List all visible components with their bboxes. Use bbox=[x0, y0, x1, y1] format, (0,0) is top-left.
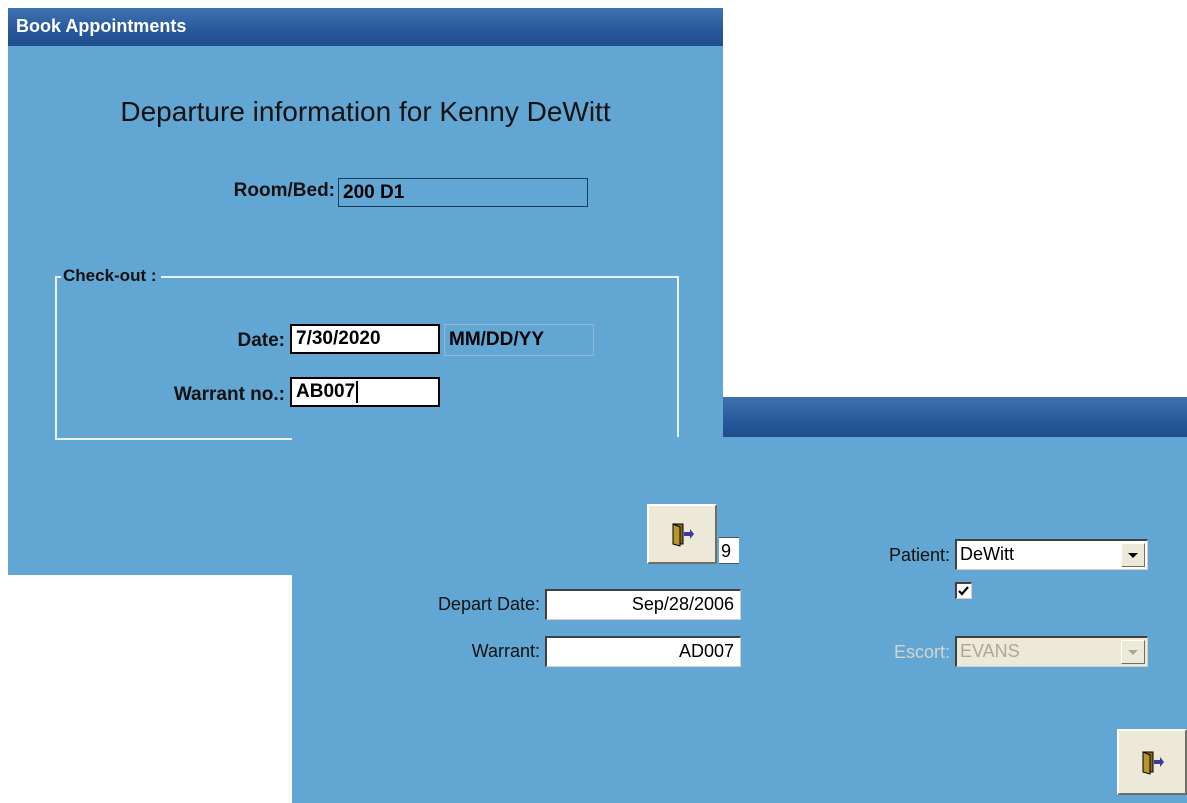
warrant-no-input[interactable]: AB007 bbox=[290, 377, 440, 407]
exit-door-icon bbox=[672, 523, 694, 547]
warrant-no-label: Warrant no.: bbox=[173, 384, 285, 405]
front-window-titlebar[interactable] bbox=[723, 397, 1187, 437]
exit-button-2[interactable] bbox=[1117, 729, 1187, 795]
depart-window bbox=[292, 437, 1187, 803]
escort-select[interactable]: EVANS bbox=[955, 636, 1148, 667]
checkout-group: Check-out : bbox=[55, 266, 679, 440]
patient-select[interactable]: DeWitt bbox=[955, 539, 1148, 570]
exit-door-icon bbox=[1142, 751, 1164, 775]
escort-selected-value: EVANS bbox=[960, 641, 1020, 661]
text-caret bbox=[356, 380, 359, 403]
window-title: Book Appointments bbox=[16, 16, 187, 36]
checkout-date-label: Date: bbox=[237, 330, 285, 351]
depart-date-label: Depart Date: bbox=[437, 594, 540, 614]
escort-dropdown-button[interactable] bbox=[1121, 640, 1145, 664]
depart-date-input[interactable]: Sep/28/2006 bbox=[545, 589, 741, 620]
patient-dropdown-button[interactable] bbox=[1121, 543, 1145, 567]
checkout-date-input[interactable]: 7/30/2020 bbox=[290, 324, 440, 354]
checkout-legend: Check-out : bbox=[61, 266, 161, 286]
escort-label: Escort: bbox=[893, 642, 950, 662]
patient-label: Patient: bbox=[888, 545, 950, 565]
warrant-input[interactable]: AD007 bbox=[545, 636, 741, 667]
date-format-hint: MM/DD/YY bbox=[444, 324, 594, 356]
partial-number-field[interactable]: 9 bbox=[719, 537, 739, 564]
exit-button[interactable] bbox=[647, 504, 717, 564]
page-title: Departure information for Kenny DeWitt bbox=[120, 96, 611, 127]
window-titlebar[interactable]: Book Appointments bbox=[8, 8, 723, 46]
warrant-no-value: AB007 bbox=[296, 381, 356, 402]
room-bed-field: 200 D1 bbox=[338, 178, 588, 207]
patient-checkbox[interactable] bbox=[955, 582, 972, 599]
chevron-down-icon bbox=[1128, 649, 1138, 655]
room-bed-label: Room/Bed: bbox=[233, 180, 335, 201]
warrant-label: Warrant: bbox=[471, 641, 540, 661]
checkmark-icon bbox=[958, 586, 969, 596]
chevron-down-icon bbox=[1128, 552, 1138, 558]
patient-selected-value: DeWitt bbox=[960, 544, 1014, 564]
